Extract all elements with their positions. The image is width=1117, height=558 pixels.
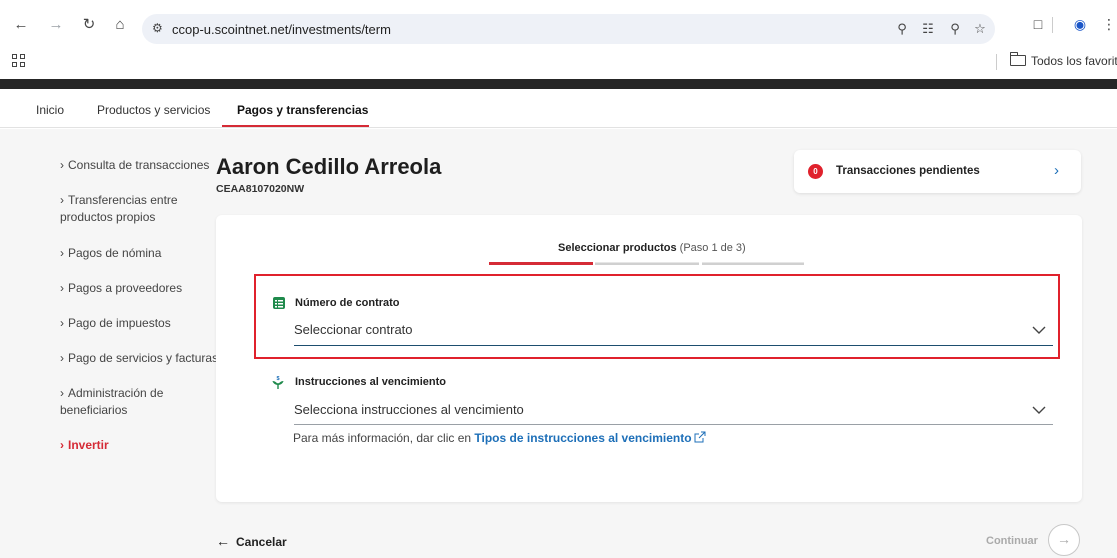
reload-icon[interactable]: ↻ [80, 16, 98, 34]
help-text: Para más información, dar clic en Tipos … [293, 431, 706, 445]
sidebar-item-label: Transferencias entre productos propios [60, 193, 178, 224]
sidebar-item-proveedores[interactable]: › Pagos a proveedores [60, 280, 182, 297]
user-id: CEAA8107020NW [216, 183, 305, 195]
extensions-icon[interactable]: □ [1029, 16, 1047, 32]
chevron-right-icon: › [60, 351, 64, 365]
nav-active-indicator [222, 125, 369, 127]
chevron-right-icon: › [60, 281, 64, 295]
external-link-icon[interactable] [694, 431, 706, 443]
cancel-label: Cancelar [236, 535, 287, 549]
address-bar[interactable]: ⚙ ccop-u.scointnet.net/investments/term … [142, 14, 995, 44]
chevron-down-icon[interactable] [1032, 326, 1046, 335]
url-text[interactable]: ccop-u.scointnet.net/investments/term [172, 22, 391, 37]
sidebar-item-label: Pago de servicios y facturas [68, 351, 219, 365]
toolbar-divider [1052, 17, 1053, 33]
chevron-right-icon: › [1054, 162, 1059, 179]
sidebar-item-nomina[interactable]: › Pagos de nómina [60, 245, 161, 262]
investment-form-card: Seleccionar productos (Paso 1 de 3) Núme… [216, 215, 1082, 502]
sidebar-item-label: Invertir [68, 438, 109, 452]
main-nav: Inicio Productos y servicios Pagos y tra… [0, 89, 1117, 128]
nav-item-inicio[interactable]: Inicio [36, 103, 64, 117]
instructions-label: Instrucciones al vencimiento [295, 376, 446, 388]
sidebar-item-impuestos[interactable]: › Pago de impuestos [60, 315, 171, 332]
apps-grid-icon[interactable] [12, 54, 26, 68]
contract-list-icon [273, 297, 285, 309]
plant-money-icon: $ [272, 376, 284, 389]
chevron-right-icon: › [60, 386, 64, 400]
contract-field-highlight [254, 274, 1060, 359]
home-icon[interactable]: ⌂ [111, 16, 129, 34]
sidebar-item-invertir[interactable]: › Invertir [60, 437, 109, 454]
step-title: Seleccionar productos (Paso 1 de 3) [558, 242, 746, 254]
back-icon[interactable]: ← [12, 16, 30, 34]
instructions-types-link[interactable]: Tipos de instrucciones al vencimiento [474, 431, 691, 445]
bookmark-star-icon[interactable]: ☆ [972, 21, 988, 37]
bookmarks-bar: Todos los favoritos [0, 46, 1117, 78]
arrow-right-icon: → [1057, 531, 1071, 547]
sidebar-item-label: Pagos a proveedores [68, 281, 183, 295]
chevron-right-icon: › [60, 316, 64, 330]
sidebar-item-label: Pagos de nómina [68, 246, 162, 260]
sidebar-item-label: Consulta de transacciones [68, 158, 210, 172]
chevron-down-icon[interactable] [1032, 406, 1046, 415]
pending-transactions-card[interactable]: 0 Transacciones pendientes › [794, 150, 1081, 193]
step-bar-3 [702, 262, 804, 265]
nav-item-pagos[interactable]: Pagos y transferencias [237, 103, 368, 117]
sidebar-item-label: Administración de beneficiarios [60, 386, 164, 417]
chevron-right-icon: › [60, 193, 64, 207]
step-progress: (Paso 1 de 3) [679, 242, 746, 254]
location-icon[interactable]: ⚲ [894, 21, 910, 37]
pending-label: Transacciones pendientes [836, 165, 980, 177]
arrow-left-icon: ← [216, 533, 230, 549]
cancel-button[interactable]: ← Cancelar [216, 533, 287, 549]
forward-icon[interactable]: → [47, 16, 65, 34]
sidebar-item-transferencias[interactable]: › Transferencias entre productos propios [60, 192, 210, 226]
page-content: › Consulta de transacciones › Transferenci… [0, 129, 1117, 558]
step-bar-1 [489, 262, 593, 265]
pending-count-badge: 0 [808, 164, 823, 179]
instructions-select[interactable]: Selecciona instrucciones al vencimiento [294, 402, 524, 417]
folder-icon[interactable] [1010, 52, 1026, 66]
chevron-right-icon: › [60, 158, 64, 172]
instructions-field-underline [294, 424, 1053, 425]
continue-label[interactable]: Continuar [986, 535, 1038, 547]
sidebar-item-servicios[interactable]: › Pago de servicios y facturas [60, 350, 218, 367]
nav-item-productos[interactable]: Productos y servicios [97, 103, 210, 117]
site-header-bar [0, 79, 1117, 89]
bookmarks-divider [996, 54, 997, 70]
zoom-icon[interactable]: ⚲ [947, 21, 963, 37]
continue-button[interactable]: → [1048, 524, 1080, 556]
step-name: Seleccionar productos [558, 242, 677, 254]
translate-icon[interactable]: ☷ [920, 21, 936, 37]
site-settings-icon[interactable]: ⚙ [152, 21, 163, 35]
help-prefix: Para más información, dar clic en [293, 431, 475, 445]
sidebar-item-beneficiarios[interactable]: › Administración de beneficiarios [60, 385, 190, 419]
chevron-right-icon: › [60, 246, 64, 260]
menu-dots-icon[interactable]: ⋮ [1100, 16, 1117, 33]
svg-text:$: $ [276, 376, 279, 382]
user-name: Aaron Cedillo Arreola [216, 154, 442, 179]
profile-icon[interactable]: ◉ [1071, 16, 1089, 33]
bookmarks-folder-label[interactable]: Todos los favoritos [1031, 54, 1117, 68]
browser-toolbar: ← → ↻ ⌂ ⚙ ccop-u.scointnet.net/investmen… [0, 0, 1117, 46]
sidebar-item-consulta[interactable]: › Consulta de transacciones [60, 157, 209, 174]
chevron-right-icon: › [60, 438, 64, 452]
contract-field-underline [294, 345, 1053, 346]
sidebar-item-label: Pago de impuestos [68, 316, 171, 330]
step-bar-2 [595, 262, 699, 265]
contract-select[interactable]: Seleccionar contrato [294, 322, 413, 337]
contract-label: Número de contrato [295, 297, 400, 309]
